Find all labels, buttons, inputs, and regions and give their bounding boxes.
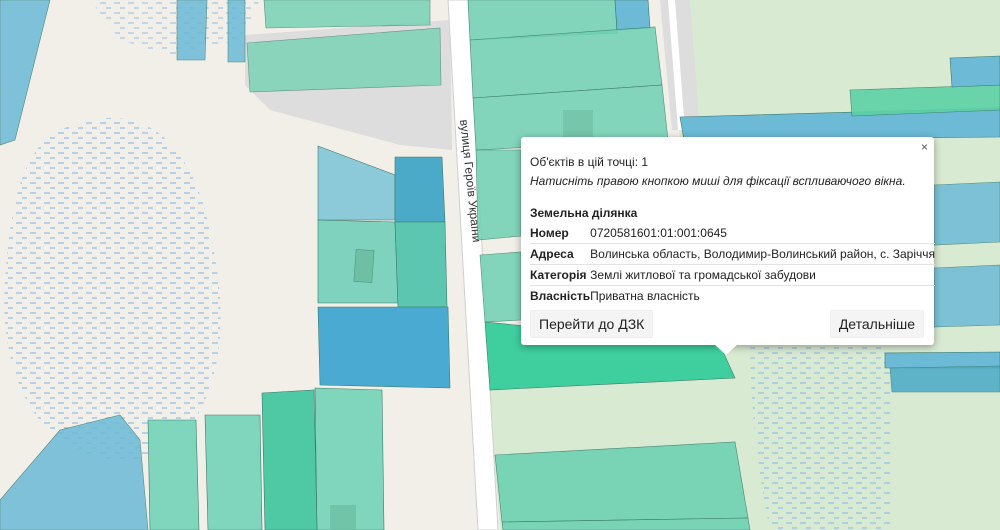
- row-key: Адреса: [530, 243, 591, 265]
- parcel[interactable]: [494, 441, 749, 523]
- parcel[interactable]: [147, 419, 200, 530]
- parcel[interactable]: [176, 0, 208, 61]
- parcel[interactable]: [933, 264, 1000, 328]
- building: [353, 249, 375, 283]
- row-value: 0720581601:01:001:0645: [590, 223, 936, 244]
- row-value: Землі житлової та громадської забудови: [590, 264, 936, 286]
- parcel[interactable]: [261, 389, 318, 530]
- parcel[interactable]: [614, 0, 651, 31]
- parcel[interactable]: [949, 55, 1000, 88]
- parcel[interactable]: [475, 149, 522, 241]
- wetland-area-left: [4, 117, 221, 461]
- row-key: Номер: [530, 223, 591, 244]
- popup-hint: Натисніть правою кнопкою миші для фіксац…: [530, 174, 906, 188]
- popup-tip: [714, 344, 738, 355]
- popup-title: Земельна ділянка: [530, 206, 638, 220]
- building: [563, 110, 593, 138]
- go-to-dzk-button[interactable]: Перейти до ДЗК: [530, 310, 654, 338]
- parcel[interactable]: [394, 156, 446, 223]
- popup-buttons: Перейти до ДЗК Детальніше: [530, 310, 924, 338]
- table-row: Власність Приватна власність: [530, 286, 935, 307]
- building: [330, 505, 356, 530]
- close-icon[interactable]: ×: [921, 140, 928, 154]
- table-row: Адреса Волинська область, Володимир-Воли…: [530, 243, 936, 265]
- row-key: Категорія: [530, 264, 591, 286]
- parcel-info-popup: × Об'єктів в цій точці: 1 Натисніть прав…: [521, 137, 936, 345]
- table-row: Номер 0720581601:01:001:0645: [530, 223, 936, 244]
- parcel[interactable]: [317, 306, 451, 389]
- parcel[interactable]: [933, 181, 1000, 246]
- parcel[interactable]: [204, 414, 263, 530]
- parcel-attributes-table: Номер 0720581601:01:001:0645 Адреса Воли…: [530, 223, 936, 307]
- row-value: Приватна власність: [590, 289, 700, 303]
- wetland-area-right: [750, 330, 890, 530]
- table-row: Категорія Землі житлової та громадської …: [530, 264, 936, 286]
- parcel[interactable]: [884, 351, 1000, 369]
- row-value: Волинська область, Володимир-Волинський …: [590, 243, 936, 265]
- details-button[interactable]: Детальніше: [829, 310, 924, 338]
- row-key: Власність: [530, 289, 591, 303]
- parcel[interactable]: [394, 221, 448, 308]
- parcel[interactable]: [263, 0, 431, 29]
- parcel[interactable]: [889, 365, 1000, 393]
- parcel[interactable]: [479, 251, 522, 323]
- parcel[interactable]: [227, 0, 246, 63]
- objects-count: Об'єктів в цій точці: 1: [530, 155, 649, 169]
